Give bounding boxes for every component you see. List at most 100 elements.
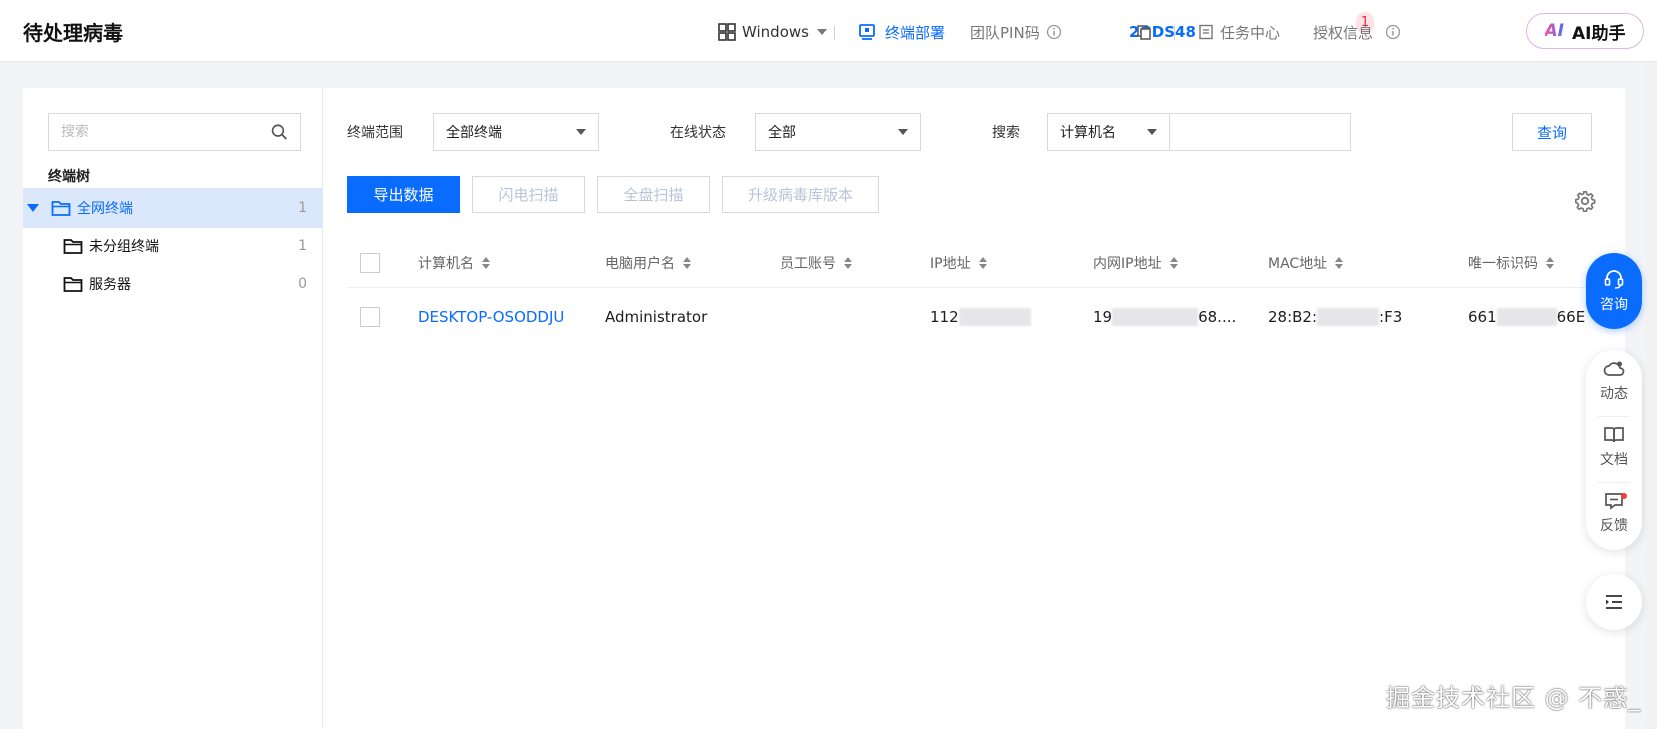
sort-icon[interactable] [844,256,852,269]
windows-icon [718,23,736,41]
column-label: 员工账号 [780,255,836,272]
ip-prefix: 112 [930,308,959,326]
quick-panel: 动态 文档 反馈 [1586,350,1642,550]
pc-user-cell: Administrator [605,308,708,326]
tree-item-label: 服务器 [89,277,131,293]
column-label: MAC地址 [1268,255,1328,272]
task-list-icon [1199,24,1213,40]
collapse-menu-button[interactable] [1586,574,1642,630]
license-link[interactable]: 授权信息 [1313,20,1401,44]
copy-icon[interactable] [1136,24,1152,40]
select-all-checkbox[interactable] [360,238,380,287]
column-label: IP地址 [930,255,971,272]
scope-label: 终端范围 [347,125,403,141]
dynamics-button[interactable]: 动态 [1586,350,1642,412]
table-header: 计算机名 电脑用户名 员工账号 IP地址 内网IP地址 MAC地址 唯一标识码 [347,238,1625,288]
table-row[interactable]: DESKTOP-OSODDJU Administrator 112 19 68..… [347,288,1625,346]
sort-icon[interactable] [1335,256,1344,269]
full-scan-button[interactable]: 全盘扫描 [597,176,710,213]
deploy-label: 终端部署 [885,23,946,42]
column-pc-user[interactable]: 电脑用户名 [605,238,691,287]
uid-suffix: 66E [1556,308,1586,326]
chevron-down-icon [576,129,586,135]
tree-search[interactable] [48,113,301,151]
computer-name-link[interactable]: DESKTOP-OSODDJU [418,288,564,346]
status-select[interactable]: 全部 [755,113,921,151]
column-computer-name[interactable]: 计算机名 [418,238,490,287]
column-lan-ip[interactable]: 内网IP地址 [1093,238,1178,287]
column-label: 电脑用户名 [605,255,675,272]
ai-assistant-label: AI助手 [1572,23,1626,44]
export-data-button[interactable]: 导出数据 [347,176,460,213]
divider [834,26,835,40]
book-icon [1604,427,1624,443]
sort-icon[interactable] [482,256,490,269]
tree-item-count: 1 [298,200,307,216]
scope-select[interactable]: 全部终端 [433,113,599,151]
status-value: 全部 [768,125,796,141]
column-employee[interactable]: 员工账号 [780,238,852,287]
mac-prefix: 28:B2: [1268,308,1318,326]
tree-title: 终端树 [48,169,90,185]
top-header: 待处理病毒 Windows 终端部署 团队PIN码 2GDS48 任务中心 1 … [0,0,1657,62]
sort-icon[interactable] [1169,256,1178,269]
license-label: 授权信息 [1313,23,1374,42]
column-label: 内网IP地址 [1093,255,1162,272]
sort-icon[interactable] [683,256,691,269]
uid-prefix: 661 [1468,308,1497,326]
column-mac[interactable]: MAC地址 [1268,238,1344,287]
ai-logo-icon: AI [1544,21,1564,41]
lan-ip-prefix: 19 [1093,308,1113,326]
lan-ip-cell: 19 68.... [1093,288,1236,346]
headset-icon [1604,270,1624,289]
gear-icon[interactable] [1574,190,1596,212]
search-field-select[interactable]: 计算机名 [1047,113,1170,151]
lan-ip-suffix: 68.... [1198,308,1237,326]
task-center-link[interactable]: 任务中心 [1198,20,1280,44]
uid-cell: 661 66E [1468,288,1585,346]
tree-item-label: 未分组终端 [89,239,159,255]
consult-button[interactable]: 咨询 [1586,253,1642,329]
row-checkbox[interactable] [360,288,380,346]
tree-item-all-terminals[interactable]: 全网终端 1 [23,188,323,228]
query-button[interactable]: 查询 [1512,113,1592,151]
info-icon[interactable] [1046,24,1062,40]
status-label: 在线状态 [670,125,726,141]
ip-cell: 112 [930,288,1031,346]
search-input[interactable] [1169,113,1351,151]
folder-icon [51,201,71,216]
column-ip[interactable]: IP地址 [930,238,987,287]
feedback-label: 反馈 [1600,518,1628,534]
column-uid[interactable]: 唯一标识码 [1468,238,1554,287]
notification-dot [1621,493,1627,499]
ai-assistant-button[interactable]: AI AI助手 [1526,13,1644,49]
upgrade-virus-db-button[interactable]: 升级病毒库版本 [722,176,879,213]
os-selector[interactable]: Windows [718,20,827,44]
tree-item-servers[interactable]: 服务器 0 [23,264,323,304]
scope-value: 全部终端 [446,125,502,141]
page-scrollbar[interactable] [1647,62,1657,729]
terminal-tree-panel: 终端树 全网终端 1 未分组终端 1 服务器 0 [23,88,323,729]
chevron-down-icon [898,129,908,135]
redacted-blur [1317,308,1380,326]
cloud-icon [1603,361,1625,376]
chevron-down-icon [816,29,827,35]
tree-item-ungrouped[interactable]: 未分组终端 1 [23,226,323,266]
task-center-label: 任务中心 [1220,23,1281,42]
search-label: 搜索 [992,125,1020,141]
indent-list-icon [1606,595,1622,609]
sort-icon[interactable] [978,256,987,269]
redacted-blur [1112,308,1199,326]
caret-down-icon[interactable] [27,204,39,212]
docs-button[interactable]: 文档 [1586,416,1642,478]
monitor-icon [859,24,875,40]
search-icon[interactable] [271,123,288,141]
divider [1174,26,1175,40]
sort-icon[interactable] [1546,256,1554,269]
os-label: Windows [742,23,809,41]
deploy-link[interactable]: 终端部署 [858,20,945,44]
flash-scan-button[interactable]: 闪电扫描 [472,176,585,213]
page-title: 待处理病毒 [23,21,123,45]
tree-search-input[interactable] [61,124,272,140]
feedback-button[interactable]: 反馈 [1586,482,1642,544]
